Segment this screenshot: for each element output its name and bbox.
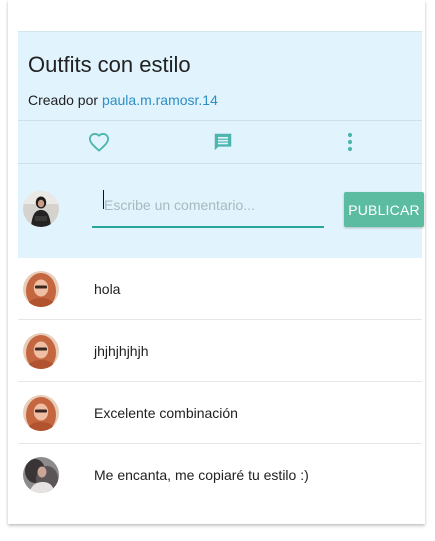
comment-text: Me encanta, me copiaré tu estilo :) (94, 467, 309, 483)
comment-item: hola (18, 258, 422, 320)
comment-item: Me encanta, me copiaré tu estilo :) (18, 444, 422, 505)
author-link[interactable]: paula.m.ramosr.14 (102, 92, 218, 108)
comment-item: Excelente combinación (18, 382, 422, 444)
commenter-avatar (23, 457, 59, 493)
comment-item: jhjhjhjhjh (18, 320, 422, 382)
more-vert-icon (347, 132, 353, 152)
publish-button[interactable]: PUBLICAR (344, 192, 424, 227)
comment-icon (214, 133, 232, 151)
current-user-avatar (23, 191, 59, 227)
post-actions-bar (18, 120, 422, 164)
comment-button[interactable] (203, 121, 243, 163)
comments-list: hola jhjhjhjhjh Excelente combinación Me… (18, 258, 422, 505)
comment-text: jhjhjhjhjh (94, 343, 149, 359)
text-caret (103, 190, 104, 209)
post-author-line: Creado por paula.m.ramosr.14 (28, 92, 218, 108)
post-header-panel: Outfits con estilo Creado por paula.m.ra… (18, 31, 424, 258)
comment-text: hola (94, 281, 121, 297)
commenter-avatar (23, 271, 59, 307)
commenter-avatar (23, 395, 59, 431)
post-title: Outfits con estilo (28, 52, 191, 77)
author-prefix: Creado por (28, 92, 102, 108)
like-button[interactable] (79, 121, 119, 163)
post-card: Outfits con estilo Creado por paula.m.ra… (8, 0, 425, 524)
comment-text: Excelente combinación (94, 405, 238, 421)
more-options-button[interactable] (330, 121, 370, 163)
heart-outline-icon (89, 133, 109, 152)
commenter-avatar (23, 333, 59, 369)
comment-input[interactable] (92, 184, 324, 228)
